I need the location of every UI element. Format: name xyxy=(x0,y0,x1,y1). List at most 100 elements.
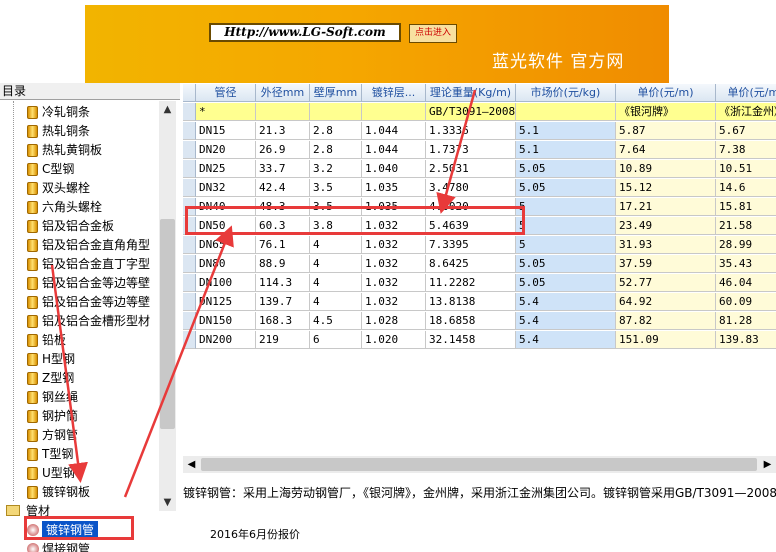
table-cell[interactable]: DN25 xyxy=(196,160,256,178)
table-cell[interactable]: 5.87 xyxy=(616,122,716,140)
column-header[interactable]: 壁厚mm xyxy=(310,84,362,102)
table-cell[interactable]: DN65 xyxy=(196,236,256,254)
table-cell[interactable]: 1.032 xyxy=(362,236,426,254)
row-header[interactable] xyxy=(183,331,196,349)
table-cell[interactable]: 7.3395 xyxy=(426,236,516,254)
table-cell[interactable]: 5.1 xyxy=(516,122,616,140)
table-cell[interactable]: 11.2282 xyxy=(426,274,516,292)
scroll-right-icon[interactable]: ▶ xyxy=(759,456,776,473)
row-header[interactable] xyxy=(183,179,196,197)
row-header[interactable] xyxy=(183,122,196,140)
table-cell[interactable]: 4.5 xyxy=(310,312,362,330)
table-cell[interactable]: 31.93 xyxy=(616,236,716,254)
column-header[interactable]: 理论重量(Kg/m) xyxy=(426,84,516,102)
row-header[interactable] xyxy=(183,141,196,159)
table-cell[interactable]: 《银河牌》 xyxy=(616,103,716,121)
scroll-up-icon[interactable]: ▲ xyxy=(159,101,176,118)
scroll-down-icon[interactable]: ▼ xyxy=(159,494,176,511)
table-cell[interactable]: 5 xyxy=(516,217,616,235)
table-cell[interactable]: 5.05 xyxy=(516,160,616,178)
table-cell[interactable]: 52.77 xyxy=(616,274,716,292)
table-cell[interactable]: 2.8 xyxy=(310,141,362,159)
table-cell[interactable]: 151.09 xyxy=(616,331,716,349)
table-cell[interactable]: 81.28 xyxy=(716,312,776,330)
table-cell[interactable]: GB/T3091—2008 xyxy=(426,103,516,121)
table-cell[interactable]: 88.9 xyxy=(256,255,310,273)
table-cell[interactable]: 5.05 xyxy=(516,255,616,273)
table-cell[interactable]: 21.58 xyxy=(716,217,776,235)
table-cell[interactable]: 1.040 xyxy=(362,160,426,178)
column-header[interactable]: 镀锌层... xyxy=(362,84,426,102)
row-header[interactable] xyxy=(183,255,196,273)
table-cell[interactable]: DN200 xyxy=(196,331,256,349)
row-header[interactable] xyxy=(183,160,196,178)
website-url[interactable]: Http://www.LG-Soft.com xyxy=(209,23,401,42)
table-cell[interactable]: 46.04 xyxy=(716,274,776,292)
table-cell[interactable]: 5 xyxy=(516,236,616,254)
scroll-left-icon[interactable]: ◀ xyxy=(183,456,200,473)
column-header[interactable]: 外径mm xyxy=(256,84,310,102)
table-cell[interactable]: 28.99 xyxy=(716,236,776,254)
table-cell[interactable] xyxy=(310,103,362,121)
table-cell[interactable]: 60.09 xyxy=(716,293,776,311)
column-header[interactable]: 市场价(元/kg) xyxy=(516,84,616,102)
table-cell[interactable]: 76.1 xyxy=(256,236,310,254)
tree-scroll-thumb[interactable] xyxy=(160,219,175,429)
table-cell[interactable]: 5 xyxy=(516,198,616,216)
table-cell[interactable]: 7.64 xyxy=(616,141,716,159)
table-cell[interactable]: 4 xyxy=(310,236,362,254)
table-cell[interactable]: 8.6425 xyxy=(426,255,516,273)
table-cell[interactable]: 37.59 xyxy=(616,255,716,273)
table-cell[interactable]: 87.82 xyxy=(616,312,716,330)
table-cell[interactable]: DN20 xyxy=(196,141,256,159)
table-cell[interactable]: 1.032 xyxy=(362,293,426,311)
table-cell[interactable]: DN15 xyxy=(196,122,256,140)
table-cell[interactable]: 6 xyxy=(310,331,362,349)
table-scroll-thumb[interactable] xyxy=(201,458,757,471)
table-cell[interactable]: 5.4 xyxy=(516,331,616,349)
table-cell[interactable]: 21.3 xyxy=(256,122,310,140)
table-cell[interactable]: 168.3 xyxy=(256,312,310,330)
table-cell[interactable]: 1.032 xyxy=(362,274,426,292)
table-cell[interactable]: 1.020 xyxy=(362,331,426,349)
table-cell[interactable]: 2.8 xyxy=(310,122,362,140)
table-cell[interactable]: 10.51 xyxy=(716,160,776,178)
table-cell[interactable]: 《浙江金州》 xyxy=(716,103,776,121)
table-cell[interactable]: DN150 xyxy=(196,312,256,330)
row-header[interactable] xyxy=(183,236,196,254)
table-cell[interactable]: * xyxy=(196,103,256,121)
table-cell[interactable]: 5.05 xyxy=(516,179,616,197)
table-cell[interactable]: DN125 xyxy=(196,293,256,311)
table-cell[interactable]: 1.035 xyxy=(362,179,426,197)
table-cell[interactable]: 15.81 xyxy=(716,198,776,216)
tree-scrollbar[interactable]: ▲ ▼ xyxy=(159,101,176,511)
column-header[interactable]: 管径 xyxy=(196,84,256,102)
table-cell[interactable]: 219 xyxy=(256,331,310,349)
row-header[interactable] xyxy=(183,293,196,311)
table-cell[interactable]: 2.5031 xyxy=(426,160,516,178)
table-cell[interactable]: 13.8138 xyxy=(426,293,516,311)
enter-button[interactable]: 点击进入 xyxy=(409,24,457,43)
table-cell[interactable]: 17.21 xyxy=(616,198,716,216)
table-cell[interactable]: 139.7 xyxy=(256,293,310,311)
table-cell[interactable]: 18.6858 xyxy=(426,312,516,330)
table-cell[interactable]: 4 xyxy=(310,293,362,311)
table-cell[interactable]: DN32 xyxy=(196,179,256,197)
table-cell[interactable]: 33.7 xyxy=(256,160,310,178)
table-cell[interactable]: 1.044 xyxy=(362,122,426,140)
table-cell[interactable]: 32.1458 xyxy=(426,331,516,349)
table-cell[interactable]: 10.89 xyxy=(616,160,716,178)
table-cell[interactable]: 3.2 xyxy=(310,160,362,178)
table-cell[interactable]: 3.4780 xyxy=(426,179,516,197)
table-cell[interactable]: 35.43 xyxy=(716,255,776,273)
table-cell[interactable] xyxy=(256,103,310,121)
table-horizontal-scrollbar[interactable]: ◀ ▶ xyxy=(183,456,776,473)
table-cell[interactable]: 4 xyxy=(310,255,362,273)
table-cell[interactable]: 23.49 xyxy=(616,217,716,235)
table-cell[interactable]: 14.6 xyxy=(716,179,776,197)
table-cell[interactable]: 1.032 xyxy=(362,255,426,273)
table-cell[interactable]: 114.3 xyxy=(256,274,310,292)
table-cell[interactable] xyxy=(362,103,426,121)
table-cell[interactable]: DN80 xyxy=(196,255,256,273)
table-cell[interactable]: 5.4 xyxy=(516,293,616,311)
